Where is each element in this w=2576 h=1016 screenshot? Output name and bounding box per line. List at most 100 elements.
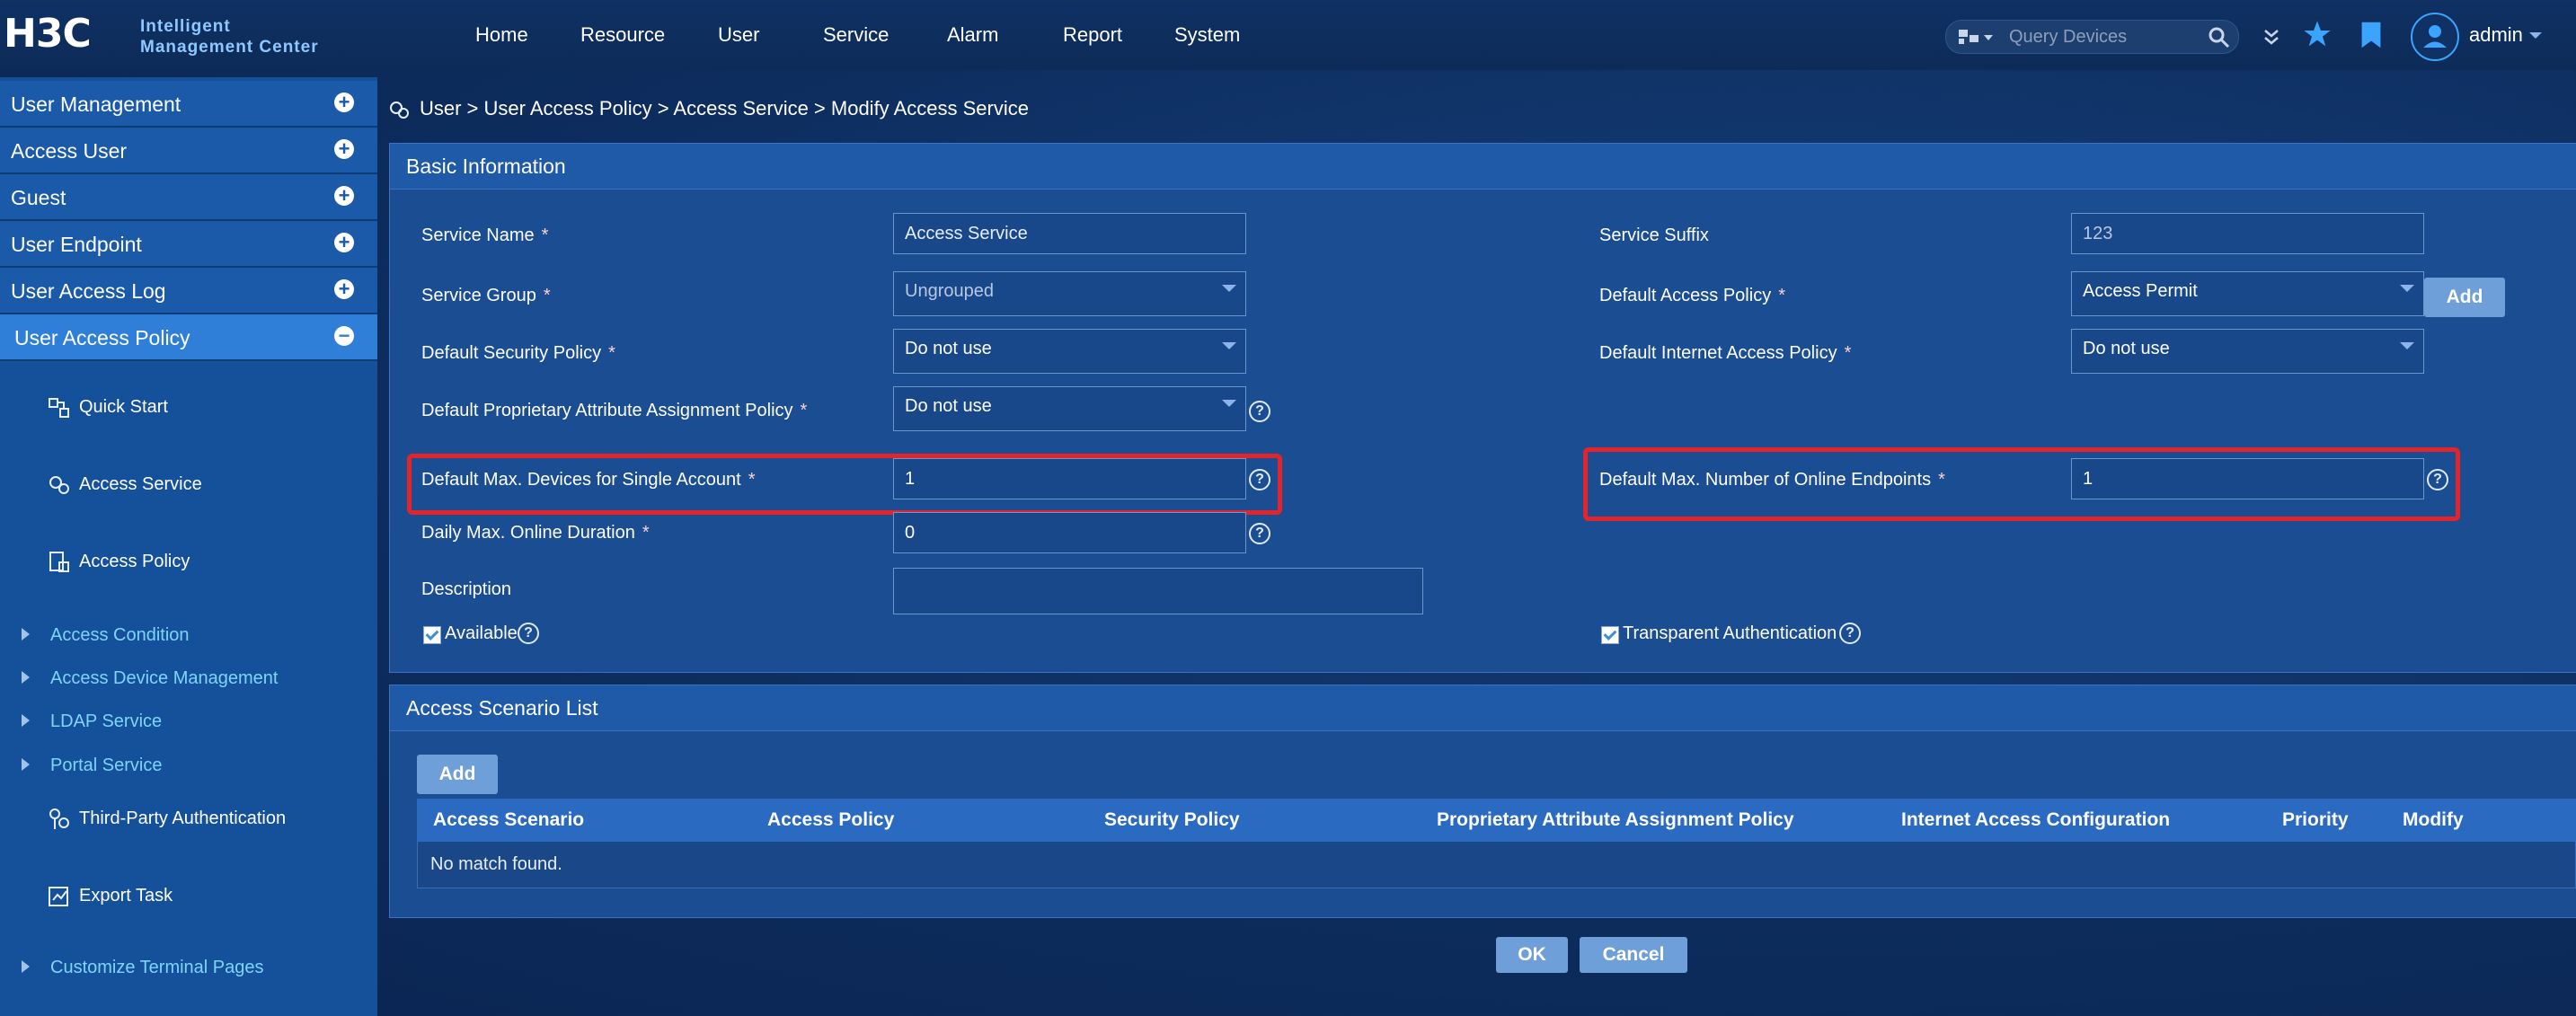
product-name: Intelligent Management Center <box>140 16 319 57</box>
bookmark-icon[interactable] <box>2359 21 2383 49</box>
chevron-down-icon <box>1222 285 1236 292</box>
nav-system[interactable]: System <box>1174 23 1240 47</box>
service-group-select[interactable]: Ungrouped <box>893 271 1246 316</box>
select-value: Do not use <box>905 396 992 416</box>
panel-title: Access Scenario List <box>406 696 598 720</box>
default-proprietary-policy-label: Default Proprietary Attribute Assignment… <box>421 401 807 421</box>
sidebar-menu-guest[interactable]: Guest + <box>0 174 377 221</box>
device-type-icon[interactable] <box>1957 28 1998 46</box>
sidebar-menu-user-endpoint[interactable]: User Endpoint + <box>0 221 377 268</box>
user-icon <box>2423 25 2447 48</box>
chevron-down-icon <box>2400 285 2414 292</box>
sidebar-menu-label: Access User <box>11 139 128 163</box>
default-access-policy-select[interactable]: Access Permit <box>2071 271 2424 316</box>
help-icon[interactable]: ? <box>2427 469 2448 490</box>
service-suffix-input[interactable]: 123 <box>2071 213 2424 254</box>
expand-plus-icon: + <box>334 186 354 206</box>
user-menu-caret-icon[interactable] <box>2529 32 2542 39</box>
required-mark: * <box>608 343 615 363</box>
required-mark: * <box>1778 286 1785 305</box>
nav-report[interactable]: Report <box>1063 23 1122 47</box>
third-party-auth-icon <box>49 808 69 829</box>
default-internet-access-policy-label: Default Internet Access Policy * <box>1599 343 1851 364</box>
description-input[interactable] <box>893 568 1423 614</box>
col-priority[interactable]: Priority <box>2282 809 2349 831</box>
sidebar-item-label: Third-Party Authentication <box>79 808 287 828</box>
h3c-logo: H3C <box>4 11 92 57</box>
default-proprietary-policy-select[interactable]: Do not use <box>893 386 1246 431</box>
ok-button[interactable]: OK <box>1496 937 1568 973</box>
max-online-endpoints-input[interactable]: 1 <box>2071 458 2424 499</box>
help-icon[interactable]: ? <box>518 623 539 644</box>
select-value: Do not use <box>905 339 992 358</box>
max-devices-input[interactable]: 1 <box>893 458 1246 499</box>
cancel-button[interactable]: Cancel <box>1580 937 1687 973</box>
max-devices-label: Default Max. Devices for Single Account * <box>421 470 756 490</box>
sidebar-item-label: Access Policy <box>79 552 190 571</box>
help-icon[interactable]: ? <box>1249 523 1270 544</box>
nav-service[interactable]: Service <box>823 23 889 47</box>
label-text: Default Security Policy <box>421 343 602 363</box>
search-icon[interactable] <box>2208 26 2231 49</box>
service-name-input[interactable]: Access Service <box>893 213 1246 254</box>
col-internet-access-config[interactable]: Internet Access Configuration <box>1901 809 2170 831</box>
required-mark: * <box>642 523 650 543</box>
sidebar-link-label: Access Condition <box>50 625 190 645</box>
expand-plus-icon: + <box>334 93 354 112</box>
help-icon[interactable]: ? <box>1249 401 1270 422</box>
search-box <box>1945 20 2239 54</box>
username[interactable]: admin <box>2469 23 2523 47</box>
required-mark: * <box>1844 343 1852 363</box>
panel-header: Access Scenario List <box>390 685 2576 731</box>
col-modify[interactable]: Modify <box>2403 809 2464 831</box>
nav-resource[interactable]: Resource <box>580 23 665 47</box>
label-text: Service Group <box>421 286 536 305</box>
nav-alarm[interactable]: Alarm <box>947 23 998 47</box>
col-access-policy[interactable]: Access Policy <box>767 809 894 831</box>
select-value: Ungrouped <box>905 281 994 301</box>
chevron-down-icon <box>1222 342 1236 349</box>
nav-home[interactable]: Home <box>475 23 528 47</box>
sidebar-menu-user-access-log[interactable]: User Access Log + <box>0 268 377 314</box>
empty-message: No match found. <box>430 854 562 874</box>
max-online-endpoints-label: Default Max. Number of Online Endpoints * <box>1599 470 1945 490</box>
service-group-label: Service Group * <box>421 286 551 306</box>
label-text: Default Max. Devices for Single Account <box>421 470 741 490</box>
sidebar-menu-user-management[interactable]: User Management + <box>0 81 377 128</box>
required-mark: * <box>1938 470 1945 490</box>
required-mark: * <box>543 286 551 305</box>
label-text: Default Proprietary Attribute Assignment… <box>421 401 793 420</box>
service-suffix-label: Service Suffix <box>1599 225 1709 245</box>
available-checkbox[interactable] <box>423 626 441 644</box>
default-security-policy-select[interactable]: Do not use <box>893 329 1246 374</box>
add-access-policy-button[interactable]: Add <box>2424 278 2505 317</box>
sidebar-item-label: Export Task <box>79 886 173 906</box>
transparent-authentication-checkbox[interactable] <box>1601 626 1619 644</box>
sidebar-link-label: Customize Terminal Pages <box>50 958 264 977</box>
sidebar-menu-user-access-policy[interactable]: User Access Policy − <box>0 314 377 361</box>
col-proprietary-policy[interactable]: Proprietary Attribute Assignment Policy <box>1437 809 1794 831</box>
col-security-policy[interactable]: Security Policy <box>1104 809 1240 831</box>
panel-header: Basic Information <box>390 144 2576 190</box>
avatar[interactable] <box>2411 13 2459 61</box>
sidebar-menu-label: Guest <box>11 186 66 209</box>
sidebar-menu-access-user[interactable]: Access User + <box>0 128 377 174</box>
expand-down-icon[interactable] <box>2263 27 2279 47</box>
favorite-star-icon[interactable] <box>2302 20 2333 49</box>
help-icon[interactable]: ? <box>1249 469 1270 490</box>
default-internet-access-policy-select[interactable]: Do not use <box>2071 329 2424 374</box>
nav-user[interactable]: User <box>718 23 759 47</box>
add-scenario-button[interactable]: Add <box>417 755 498 794</box>
expand-arrow-icon <box>22 714 30 727</box>
daily-max-duration-input[interactable]: 0 <box>893 512 1246 553</box>
label-text: Default Max. Number of Online Endpoints <box>1599 470 1932 490</box>
col-access-scenario[interactable]: Access Scenario <box>433 809 584 831</box>
help-icon[interactable]: ? <box>1839 623 1861 644</box>
transparent-authentication-label: Transparent Authentication <box>1623 623 1837 643</box>
required-mark: * <box>541 225 549 245</box>
sidebar-link-label: LDAP Service <box>50 711 163 731</box>
label-text: Default Internet Access Policy <box>1599 343 1837 363</box>
search-input[interactable] <box>2007 24 2209 49</box>
product-name-line2: Management Center <box>140 38 319 57</box>
breadcrumb: User > User Access Policy > Access Servi… <box>420 97 1029 119</box>
